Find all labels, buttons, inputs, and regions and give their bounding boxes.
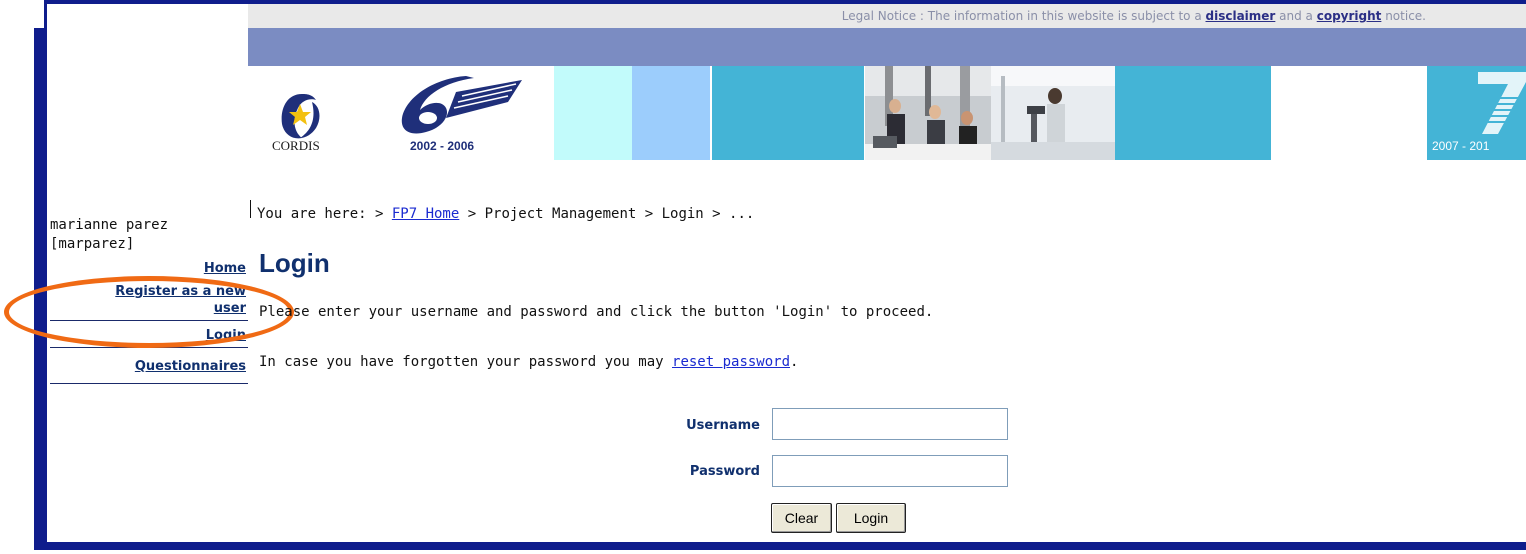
- fp7-logo-icon: [1478, 72, 1526, 134]
- username-input[interactable]: [772, 408, 1008, 440]
- user-login-name: [marparez]: [50, 236, 135, 252]
- breadcrumb: You are here: > FP7 Home > Project Manag…: [250, 200, 754, 222]
- disclaimer-link[interactable]: disclaimer: [1206, 9, 1276, 23]
- fp7-years: 2007 - 201: [1432, 139, 1490, 153]
- legal-notice: Legal Notice : The information in this w…: [248, 4, 1526, 28]
- password-input[interactable]: [772, 455, 1008, 487]
- banner-block-teal: [712, 66, 864, 160]
- user-full-name: marianne parez: [50, 217, 169, 233]
- annotation-highlight-ellipse: [4, 276, 294, 348]
- clear-button[interactable]: Clear: [771, 503, 832, 533]
- header-blue-bar: [248, 28, 1526, 66]
- forgot-password-prefix: In case you have forgotten your password…: [259, 354, 673, 370]
- meeting-photo: [865, 66, 991, 160]
- banner: CORDIS 2002 - 2006 2007 - 201: [248, 66, 1526, 160]
- banner-block-white: [1271, 66, 1427, 160]
- logged-in-user: marianne parez [marparez]: [50, 216, 168, 254]
- cordis-label: CORDIS: [272, 138, 320, 153]
- fp6-years: 2002 - 2006: [410, 139, 475, 153]
- frame-inner-border: [44, 0, 47, 550]
- login-button[interactable]: Login: [836, 503, 906, 533]
- banner-block-lightblue: [632, 66, 710, 160]
- breadcrumb-fp7-home-link[interactable]: FP7 Home: [392, 206, 459, 222]
- sidebar-item-questionnaires[interactable]: Questionnaires: [50, 348, 248, 384]
- password-label: Password: [689, 464, 760, 479]
- banner-block-teal-2: [1115, 66, 1271, 160]
- login-instruction: Please enter your username and password …: [259, 304, 934, 320]
- reset-password-link[interactable]: reset password: [672, 354, 790, 370]
- forgot-password-text: In case you have forgotten your password…: [259, 354, 798, 370]
- banner-block-cyan: [554, 66, 632, 160]
- username-label: Username: [686, 418, 760, 433]
- breadcrumb-prefix: You are here: >: [257, 206, 392, 222]
- frame-bottom-border: [34, 542, 1526, 550]
- legal-notice-suffix: notice.: [1381, 9, 1426, 23]
- laboratory-photo: [991, 66, 1115, 160]
- legal-notice-and: and a: [1275, 9, 1317, 23]
- fp6-logo-icon: [401, 76, 522, 134]
- breadcrumb-rest: > Project Management > Login > ...: [459, 206, 755, 222]
- page-title: Login: [259, 248, 330, 278]
- copyright-link[interactable]: copyright: [1317, 9, 1382, 23]
- forgot-password-suffix: .: [790, 354, 799, 370]
- legal-notice-text: Legal Notice : The information in this w…: [841, 9, 1206, 23]
